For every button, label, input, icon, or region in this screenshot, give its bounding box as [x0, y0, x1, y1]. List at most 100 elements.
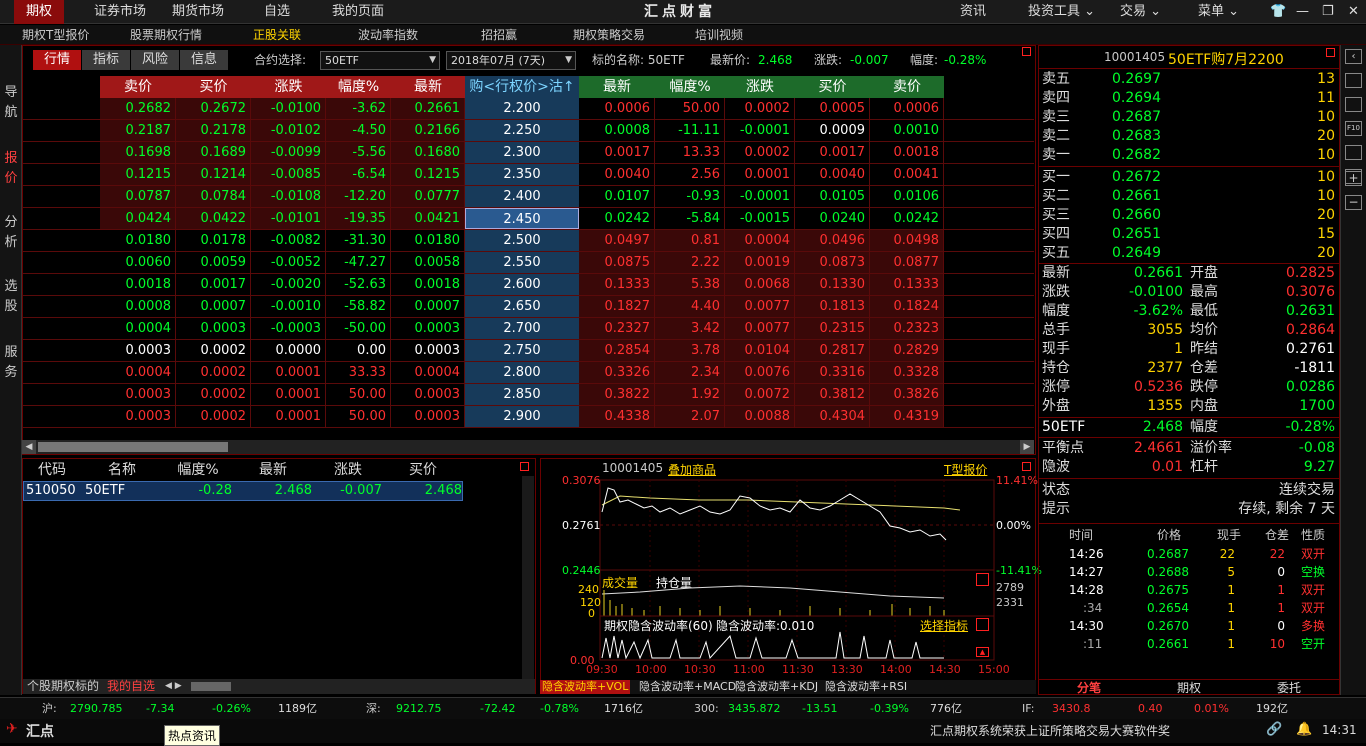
- table-row[interactable]: 0.0060 0.0059 -0.0052 -47.27 0.0058 2.550 0.08…: [22, 252, 1034, 274]
- nav-favorites[interactable]: 自选: [252, 0, 302, 24]
- sub-zhaozhaoying[interactable]: 招招赢: [481, 25, 517, 45]
- call-header[interactable]: 卖价: [100, 76, 176, 98]
- scrollbar-thumb[interactable]: [38, 442, 228, 452]
- tab-iv-vol[interactable]: 隐含波动率+VOL: [540, 680, 631, 694]
- strike-cell[interactable]: 2.750: [465, 340, 579, 361]
- strike-cell[interactable]: 2.200: [465, 98, 579, 119]
- tab-options[interactable]: 期权: [1139, 680, 1239, 696]
- tab-stock-option-underlying[interactable]: 个股期权标的: [27, 679, 99, 694]
- chevron-left-icon[interactable]: ‹: [1345, 49, 1362, 64]
- put-header[interactable]: 涨跌: [725, 76, 795, 98]
- zoom-in-icon[interactable]: +: [1345, 171, 1362, 186]
- table-row[interactable]: 0.0004 0.0003 -0.0003 -50.00 0.0003 2.700 0.23…: [22, 318, 1034, 340]
- watch-header-pct[interactable]: 幅度%: [163, 460, 233, 480]
- sub-stock-options[interactable]: 股票期权行情: [130, 25, 202, 45]
- watch-header-change[interactable]: 涨跌: [313, 460, 383, 480]
- month-select[interactable]: 2018年07月 (7天) ▼: [446, 51, 576, 70]
- tab-risk[interactable]: 风险: [131, 50, 179, 70]
- horizontal-scrollbar[interactable]: ◀ ▶: [22, 440, 1034, 454]
- close-icon[interactable]: [1022, 47, 1031, 56]
- zoom-out-icon[interactable]: −: [1345, 195, 1362, 210]
- list-icon[interactable]: [1345, 145, 1362, 160]
- table-row[interactable]: 0.2187 0.2178 -0.0102 -4.50 0.2166 2.250 0.000…: [22, 120, 1034, 142]
- table-row[interactable]: 0.0180 0.0178 -0.0082 -31.30 0.0180 2.500 0.04…: [22, 230, 1034, 252]
- candle-chart-icon[interactable]: [1345, 97, 1362, 112]
- strike-cell[interactable]: 2.350: [465, 164, 579, 185]
- strike-header[interactable]: 购<行权价>沽↑: [465, 76, 579, 98]
- tab-iv-rsi[interactable]: 隐含波动率+RSI: [825, 680, 907, 694]
- leftnav-quote[interactable]: 报价: [0, 149, 22, 189]
- nav-futures[interactable]: 期货市场: [160, 0, 236, 24]
- minimize-icon[interactable]: —: [1290, 0, 1315, 24]
- tab-market[interactable]: 行情: [33, 50, 81, 70]
- nav-trade[interactable]: 交易 ⌄: [1108, 0, 1173, 24]
- strike-cell[interactable]: 2.300: [465, 142, 579, 163]
- nav-news[interactable]: 资讯: [948, 0, 998, 24]
- strike-cell[interactable]: 2.850: [465, 384, 579, 405]
- tab-indicator[interactable]: 指标: [82, 50, 130, 70]
- table-row[interactable]: 0.0003 0.0002 0.0000 0.00 0.0003 2.750 0.2854 3…: [22, 340, 1034, 362]
- close-icon[interactable]: [520, 462, 529, 471]
- strike-cell[interactable]: 2.700: [465, 318, 579, 339]
- close-icon[interactable]: [976, 618, 989, 631]
- skin-icon[interactable]: 👕: [1264, 0, 1292, 24]
- tab-ticks[interactable]: 分笔: [1039, 680, 1139, 696]
- leftnav-analysis[interactable]: 分析: [0, 213, 22, 253]
- strike-cell[interactable]: 2.400: [465, 186, 579, 207]
- watch-header-code[interactable]: 代码: [23, 460, 81, 480]
- link-icon[interactable]: 🔗: [1266, 722, 1282, 737]
- leftnav-guide[interactable]: 导航: [0, 83, 22, 123]
- tab-iv-macd[interactable]: 隐含波动率+MACD: [639, 680, 736, 694]
- scroll-left-icon[interactable]: ◀: [22, 440, 36, 454]
- line-chart-icon[interactable]: [1345, 73, 1362, 88]
- f10-icon[interactable]: F10: [1345, 121, 1362, 136]
- scrollbar-thumb[interactable]: [191, 682, 231, 691]
- close-icon[interactable]: [976, 573, 989, 586]
- strike-cell[interactable]: 2.800: [465, 362, 579, 383]
- table-row[interactable]: 0.1698 0.1689 -0.0099 -5.56 0.1680 2.300 0.001…: [22, 142, 1034, 164]
- sub-stock-linked[interactable]: 正股关联: [253, 25, 301, 45]
- leftnav-service[interactable]: 服务: [0, 343, 22, 383]
- table-row[interactable]: 0.0008 0.0007 -0.0010 -58.82 0.0007 2.650 0.18…: [22, 296, 1034, 318]
- tab-iv-kdj[interactable]: 隐含波动率+KDJ: [735, 680, 818, 694]
- put-header[interactable]: 买价: [795, 76, 870, 98]
- sub-training-video[interactable]: 培训视频: [695, 25, 743, 45]
- call-header[interactable]: 幅度%: [326, 76, 391, 98]
- scroll-right-icon[interactable]: ▶: [1020, 440, 1034, 454]
- table-row[interactable]: 0.0018 0.0017 -0.0020 -52.63 0.0018 2.600 0.13…: [22, 274, 1034, 296]
- watch-header-name[interactable]: 名称: [82, 460, 162, 480]
- call-header[interactable]: 最新: [391, 76, 465, 98]
- nav-invest-tools[interactable]: 投资工具 ⌄: [1016, 0, 1107, 24]
- restore-icon[interactable]: ❐: [1316, 0, 1340, 24]
- strike-cell[interactable]: 2.900: [465, 406, 579, 427]
- tab-info[interactable]: 信息: [180, 50, 228, 70]
- leftnav-stockpick[interactable]: 选股: [0, 277, 22, 317]
- strike-cell[interactable]: 2.450: [465, 208, 579, 229]
- nav-menu[interactable]: 菜单 ⌄: [1186, 0, 1251, 24]
- watch-header-last[interactable]: 最新: [234, 460, 312, 480]
- nav-option[interactable]: 期权: [14, 0, 65, 24]
- put-header[interactable]: 最新: [579, 76, 655, 98]
- strike-cell[interactable]: 2.500: [465, 230, 579, 251]
- strike-cell[interactable]: 2.250: [465, 120, 579, 141]
- contract-select[interactable]: 50ETF ▼: [320, 51, 440, 70]
- collapse-icon[interactable]: ▲: [976, 647, 989, 657]
- put-header[interactable]: 卖价: [870, 76, 944, 98]
- put-header[interactable]: 幅度%: [655, 76, 725, 98]
- call-header[interactable]: 涨跌: [251, 76, 326, 98]
- table-row[interactable]: 510050 50ETF -0.28 2.468 -0.007 2.468: [23, 481, 463, 501]
- tab-orders[interactable]: 委托: [1239, 680, 1339, 696]
- nav-securities[interactable]: 证券市场: [82, 0, 158, 24]
- bell-icon[interactable]: 🔔: [1296, 722, 1312, 737]
- table-row[interactable]: 0.0787 0.0784 -0.0108 -12.20 0.0777 2.400 0.01…: [22, 186, 1034, 208]
- table-row[interactable]: 0.0003 0.0002 0.0001 50.00 0.0003 2.900 0.4338…: [22, 406, 1034, 428]
- sub-t-quote[interactable]: 期权T型报价: [22, 25, 89, 45]
- sub-vol-index[interactable]: 波动率指数: [358, 25, 418, 45]
- table-row[interactable]: 0.0424 0.0422 -0.0101 -19.35 0.0421 2.450 0.02…: [22, 208, 1034, 230]
- table-row[interactable]: 0.0004 0.0002 0.0001 33.33 0.0004 2.800 0.3326…: [22, 362, 1034, 384]
- table-row[interactable]: 0.2682 0.2672 -0.0100 -3.62 0.2661 2.200 0.000…: [22, 98, 1034, 120]
- strike-cell[interactable]: 2.550: [465, 252, 579, 273]
- strike-cell[interactable]: 2.650: [465, 296, 579, 317]
- watch-header-bid[interactable]: 买价: [384, 460, 462, 480]
- close-icon[interactable]: [1326, 48, 1335, 57]
